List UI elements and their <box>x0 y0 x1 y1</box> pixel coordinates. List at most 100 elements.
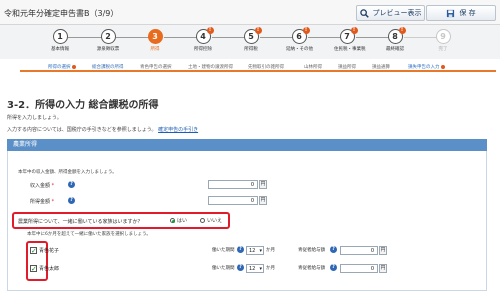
intro-text-guide: 入力する内容については、国税庁の手引きなどを参照しましょう。 確定申告の手引き <box>7 126 198 133</box>
subnav-item[interactable]: 先物取引の雑所得 <box>248 64 284 70</box>
alert-icon: ! <box>206 27 214 34</box>
step-3[interactable]: 3 所得 <box>142 29 168 52</box>
radio-button[interactable] <box>200 218 205 223</box>
subnav-item[interactable]: 損益通算 <box>372 64 390 70</box>
step-number: 6 <box>296 32 302 41</box>
step-6[interactable]: 6! 延納・その他 <box>286 27 313 52</box>
family-checkbox[interactable]: ✓ <box>30 247 37 255</box>
step-number: 5 <box>248 32 254 41</box>
period-select[interactable]: 12 <box>246 264 264 273</box>
step-label: 最終確認 <box>386 47 404 52</box>
section-note: 本年中の収入金額、所得金額を入力しましょう。 <box>18 170 117 175</box>
help-icon[interactable]: ? <box>330 264 337 271</box>
revenue-label: 収入金額 * <box>30 182 54 189</box>
subnav-item[interactable]: 損失申告の入力 <box>408 64 445 70</box>
step-4[interactable]: 4! 所得控除 <box>190 27 216 52</box>
step-7[interactable]: 7! 住民税・事業税 <box>334 27 366 52</box>
family-question: 農業所得について、一緒に働いている家族はいますか？ <box>18 219 143 225</box>
months-unit: か月 <box>266 248 275 253</box>
step-number: 7 <box>344 32 350 41</box>
alert-icon: ! <box>350 27 358 34</box>
subnav-item[interactable]: 土地・建物の譲渡所得 <box>188 64 233 70</box>
radio-button[interactable] <box>170 218 175 223</box>
radio-no-label: いいえ <box>207 218 223 224</box>
preview-button[interactable]: プレビュー表示 <box>356 5 425 21</box>
title-bar: 令和元年分確定申告書B（3/9） プレビュー表示 保 存 <box>0 0 500 25</box>
alert-icon <box>440 64 445 69</box>
intro-text: 入力する内容については、国税庁の手引きなどを参照しましょう。 <box>7 127 157 133</box>
alert-icon: ! <box>254 27 262 34</box>
subnav-item[interactable]: 総合課税の所得 <box>92 64 124 70</box>
step-label: 源泉徴収票 <box>96 47 120 52</box>
subnav-item[interactable]: 所得の選択 <box>48 64 76 70</box>
family-checkbox[interactable]: ✓ <box>30 265 37 273</box>
save-icon <box>447 9 455 17</box>
magnifier-icon <box>359 8 369 18</box>
radio-yes[interactable]: はい <box>170 217 187 224</box>
step-number-wrap: 8! <box>387 27 406 44</box>
step-number: 8 <box>392 32 398 41</box>
help-icon[interactable]: ? <box>68 197 75 204</box>
step-label: 住民税・事業税 <box>334 47 366 52</box>
step-number: 4 <box>200 32 206 41</box>
help-icon[interactable]: ? <box>330 246 337 253</box>
period-label: 働いた期間 <box>212 248 235 253</box>
step-number: 2 <box>100 29 116 44</box>
main-content: 3-2．所得の入力 総合課税の所得 所得を入力しましょう。 入力する内容について… <box>0 78 500 291</box>
app-title: 令和元年分確定申告書B（3/9） <box>4 9 119 18</box>
yen-unit: 円 <box>259 196 267 205</box>
alert-icon: ! <box>302 27 310 34</box>
subnav-item[interactable]: 青色申告の選択 <box>140 64 172 70</box>
alert-icon: ! <box>398 27 406 34</box>
period-label: 働いた期間 <box>212 266 235 271</box>
revenue-input[interactable]: 0 <box>208 180 258 189</box>
deduction-input[interactable]: 0 <box>340 264 378 273</box>
step-number-wrap: 5! <box>243 27 262 44</box>
deduction-input[interactable]: 0 <box>340 246 378 255</box>
help-icon[interactable]: ? <box>237 264 244 271</box>
step-2[interactable]: 2 源泉徴収票 <box>95 29 121 52</box>
subnav-item[interactable]: 損益所得 <box>338 64 356 70</box>
required-mark: * <box>51 199 55 205</box>
step-number-wrap: 7! <box>339 27 358 44</box>
step-number: 9 <box>435 29 451 44</box>
step-5[interactable]: 5! 所得税 <box>238 27 264 52</box>
family-name: 青色花子 <box>39 248 60 254</box>
section-header: 農業所得 <box>7 139 487 151</box>
income-input[interactable]: 0 <box>208 196 258 205</box>
step-number-wrap: 4! <box>195 27 214 44</box>
family-row: ✓ 青色太郎 働いた期間 ? 12 か月 青従者給与額 ? 0 円 <box>30 264 490 276</box>
guide-link[interactable]: 確定申告の手引き <box>158 127 198 133</box>
step-label: 所得控除 <box>194 47 212 52</box>
step-label: 完了 <box>438 47 448 52</box>
yen-unit: 円 <box>259 180 267 189</box>
step-8[interactable]: 8! 最終確認 <box>382 27 408 52</box>
alert-icon <box>71 64 76 69</box>
yen-unit: 円 <box>379 264 387 273</box>
required-mark: * <box>51 183 55 189</box>
radio-no[interactable]: いいえ <box>200 217 222 224</box>
help-icon[interactable]: ? <box>68 181 75 188</box>
save-button[interactable]: 保 存 <box>426 5 496 21</box>
step-1[interactable]: 1 基本情報 <box>47 29 73 52</box>
preview-button-label: プレビュー表示 <box>372 9 422 17</box>
yen-unit: 円 <box>379 246 387 255</box>
subnav-item[interactable]: 山林所得 <box>304 64 322 70</box>
step-label: 所得 <box>150 47 160 52</box>
family-row: ✓ 青色花子 働いた期間 ? 12 か月 青従者給与額 ? 0 円 <box>30 246 490 258</box>
step-label: 基本情報 <box>51 47 69 52</box>
period-select[interactable]: 12 <box>246 246 264 255</box>
help-icon[interactable]: ? <box>237 246 244 253</box>
page-title: 3-2．所得の入力 総合課税の所得 <box>7 100 159 111</box>
income-label: 所得金額 * <box>30 198 54 205</box>
intro-text: 所得を入力しましょう。 <box>7 115 62 121</box>
income-label-text: 所得金額 <box>30 199 51 205</box>
sub-navigation: 所得の選択 総合課税の所得 青色申告の選択 土地・建物の譲渡所得 先物取引の雑所… <box>20 61 496 72</box>
deduction-label: 青従者給与額 <box>298 248 325 253</box>
step-progress: 1 基本情報 2 源泉徴収票 3 所得 4! 所得控除 5! 所得税 6! 延納… <box>0 25 500 59</box>
step-number: 1 <box>52 29 68 44</box>
subnav-label: 損失申告の入力 <box>408 65 440 70</box>
step-number-wrap: 6! <box>291 27 310 44</box>
step-9: 9 完了 <box>430 29 456 52</box>
step-label: 延納・その他 <box>286 47 313 52</box>
